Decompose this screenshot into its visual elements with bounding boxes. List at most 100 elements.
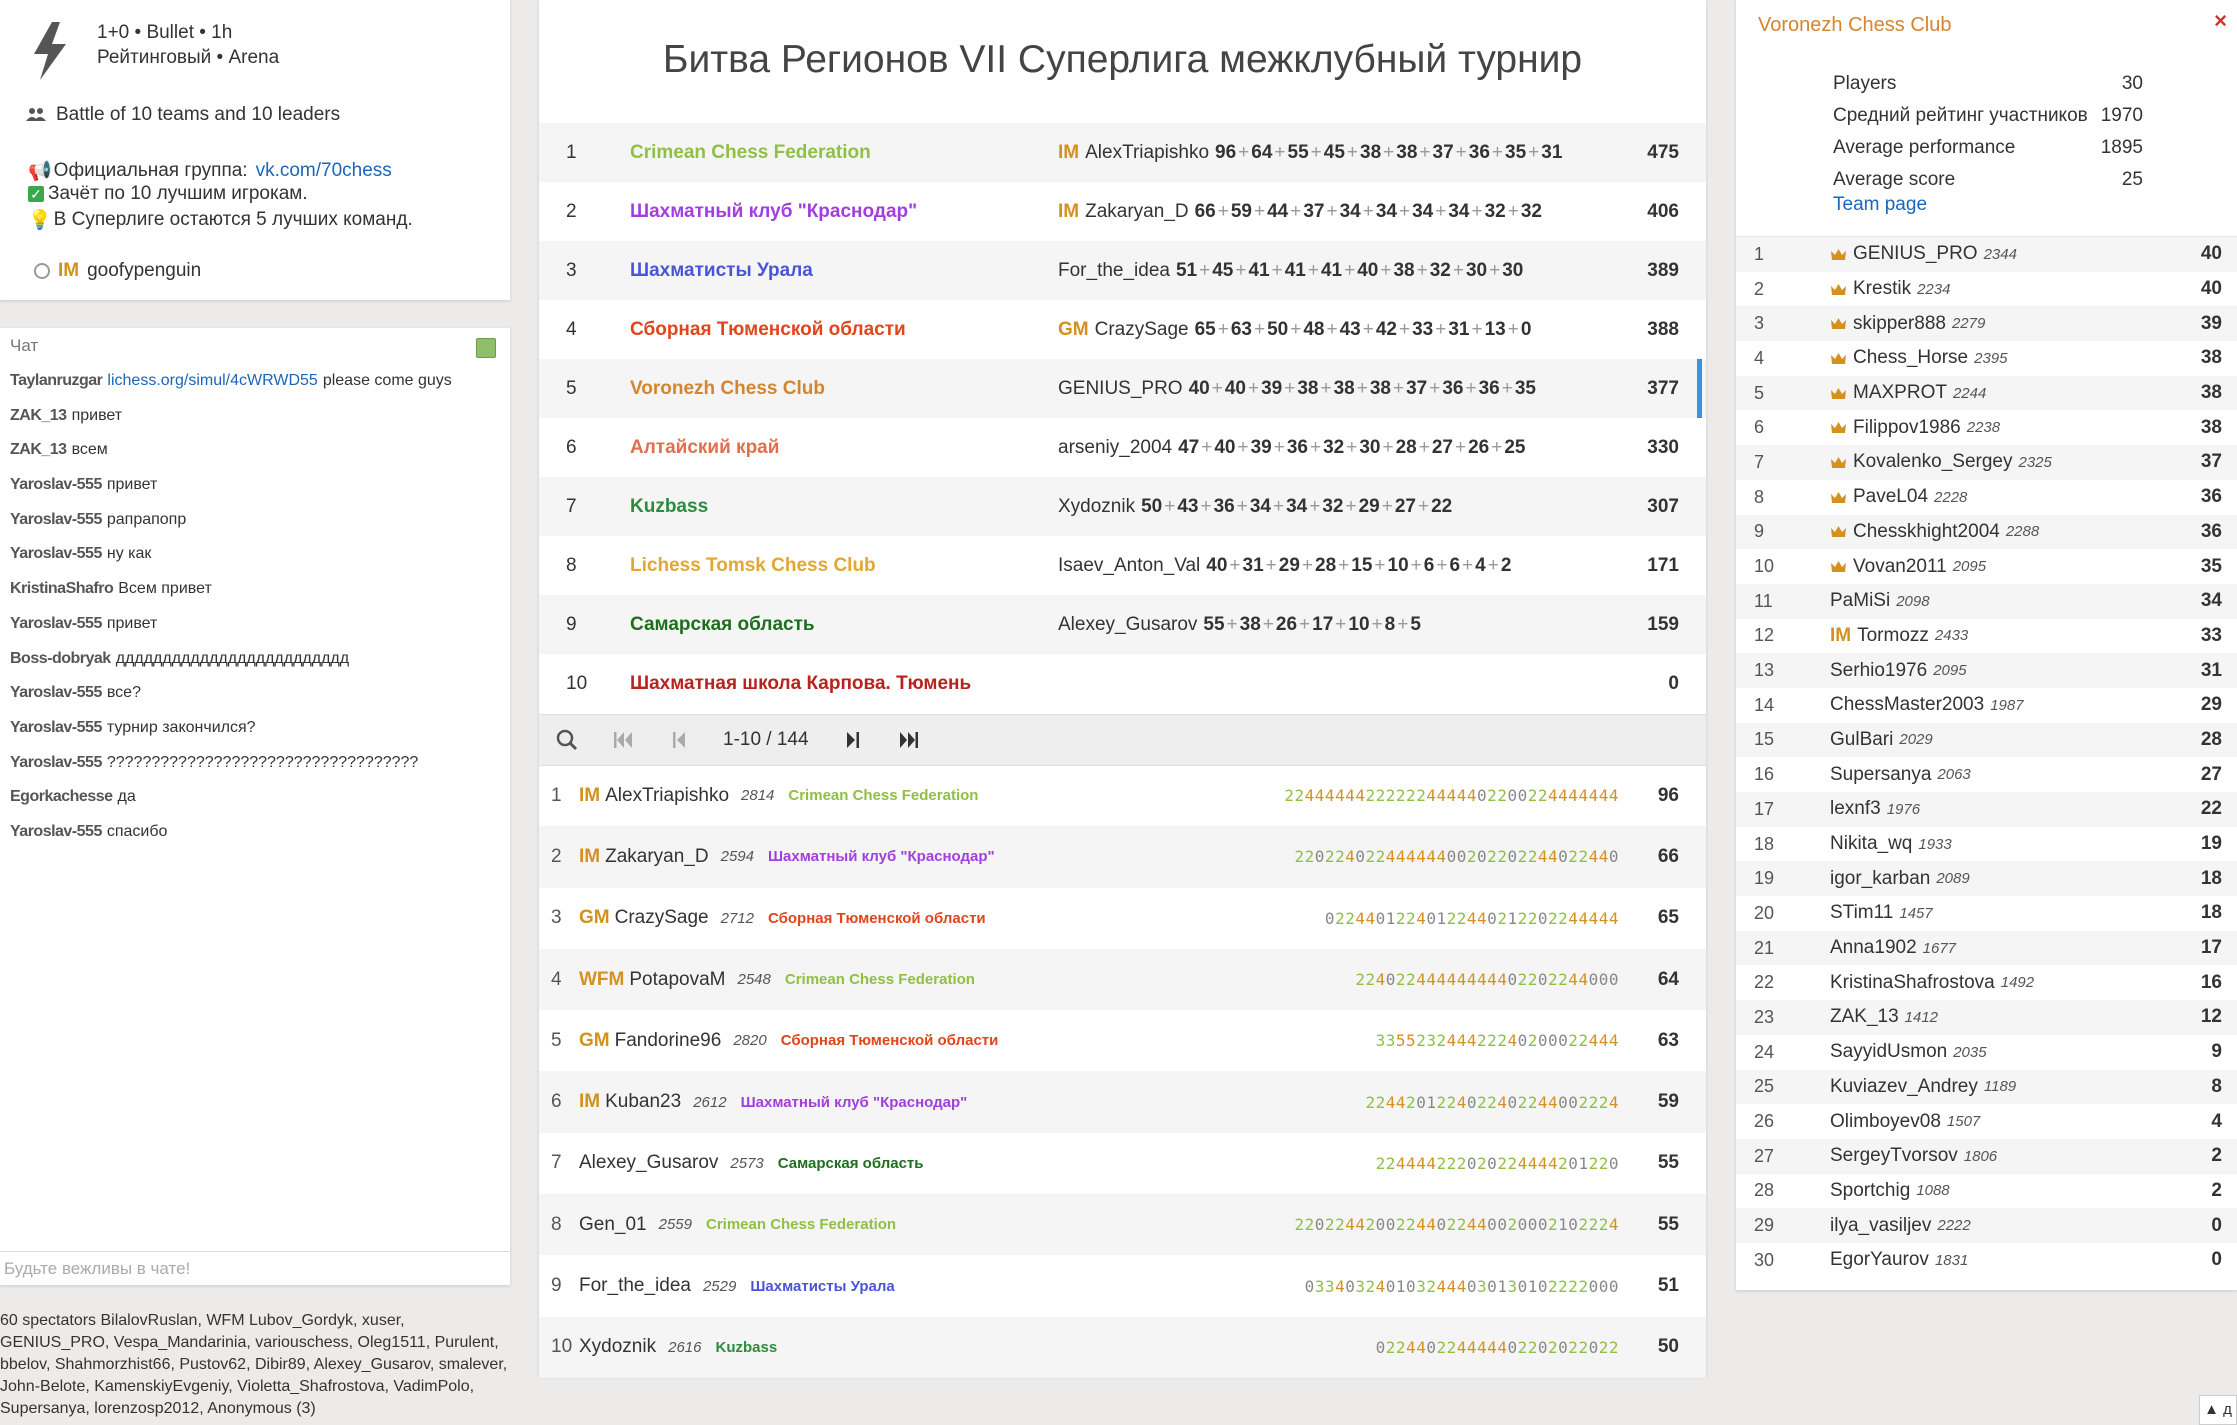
chat-username[interactable]: Egorkachesse xyxy=(10,788,113,805)
player-row[interactable]: 10 Xydoznik 2616 Kuzbass 0224402244444022020… xyxy=(539,1316,1706,1378)
leader-name[interactable]: Alexey_Gusarov xyxy=(1058,614,1197,635)
member-row[interactable]: 17 lexnf3 1976 22 xyxy=(1736,792,2237,827)
team-row[interactable]: 4 Сборная Тюменской области GM CrazySage 65 +… xyxy=(539,300,1706,359)
chat-username[interactable]: Yaroslav-555 xyxy=(10,719,102,736)
player-team[interactable]: Kuzbass xyxy=(715,1339,777,1356)
team-row[interactable]: 7 Kuzbass Xydoznik 50 +43 +36 +34 +34 +32 +29 +27 +… xyxy=(539,477,1706,536)
team-name[interactable]: Lichess Tomsk Chess Club xyxy=(630,555,1058,577)
chat-username[interactable]: Yaroslav-555 xyxy=(10,684,102,701)
member-row[interactable]: 30 EgorYaurov 1831 0 xyxy=(1736,1243,2237,1278)
leader-name[interactable]: AlexTriapishko xyxy=(1085,142,1209,163)
member-row[interactable]: 22 KristinaShafrostova 1492 16 xyxy=(1736,965,2237,1000)
player-name-cell[interactable]: IM AlexTriapishko xyxy=(579,785,729,807)
player-name-cell[interactable]: Alexey_Gusarov xyxy=(579,1152,718,1174)
close-icon[interactable]: × xyxy=(2214,8,2227,34)
player-row[interactable]: 1 IM AlexTriapishko 2814 Crimean Chess Feder… xyxy=(539,765,1706,826)
team-name[interactable]: Алтайский край xyxy=(630,437,1058,459)
player-team[interactable]: Шахматный клуб "Краснодар" xyxy=(741,1094,968,1111)
team-row[interactable]: 10 Шахматная школа Карпова. Тюмень 0 xyxy=(539,654,1706,713)
member-row[interactable]: 1 GENIUS_PRO 2344 40 xyxy=(1736,237,2237,272)
member-row[interactable]: 14 ChessMaster2003 1987 29 xyxy=(1736,688,2237,723)
member-row[interactable]: 25 Kuviazev_Andrey 1189 8 xyxy=(1736,1069,2237,1105)
player-row[interactable]: 2 IM Zakaryan_D 2594 Шахматный клуб "Краснод… xyxy=(539,826,1706,888)
leader-name[interactable]: Zakaryan_D xyxy=(1085,201,1189,222)
member-row[interactable]: 12 IM Tormozz 2433 33 xyxy=(1736,619,2237,654)
player-team[interactable]: Самарская область xyxy=(778,1155,924,1172)
member-row[interactable]: 24 SayyidUsmon 2035 9 xyxy=(1736,1035,2237,1070)
team-name[interactable]: Crimean Chess Federation xyxy=(630,142,1058,164)
player-team[interactable]: Шахматисты Урала xyxy=(750,1278,894,1295)
prev-page-button[interactable] xyxy=(651,715,707,765)
team-name[interactable]: Шахматная школа Карпова. Тюмень xyxy=(630,673,1058,695)
team-name[interactable]: Шахматный клуб "Краснодар" xyxy=(630,201,1058,223)
player-name-cell[interactable]: WFM PotapovaM xyxy=(579,969,726,991)
team-row[interactable]: 5 Voronezh Chess Club GENIUS_PRO 40 +40 +39 +3… xyxy=(539,359,1706,418)
member-row[interactable]: 3 skipper888 2279 39 xyxy=(1736,306,2237,342)
player-row[interactable]: 3 GM CrazySage 2712 Сборная Тюменской област… xyxy=(539,888,1706,949)
player-name-cell[interactable]: IM Kuban23 xyxy=(579,1091,681,1113)
member-row[interactable]: 7 Kovalenko_Sergey 2325 37 xyxy=(1736,445,2237,480)
player-row[interactable]: 5 GM Fandorine96 2820 Сборная Тюменской обла… xyxy=(539,1010,1706,1071)
team-name[interactable]: Шахматисты Урала xyxy=(630,260,1058,282)
team-name[interactable]: Voronezh Chess Club xyxy=(630,378,1058,400)
player-name-cell[interactable]: Xydoznik xyxy=(579,1336,656,1358)
team-row[interactable]: 1 Crimean Chess Federation IM AlexTriapishk… xyxy=(539,123,1706,182)
leader-name[interactable]: For_the_idea xyxy=(1058,260,1170,281)
leader-name[interactable]: Isaev_Anton_Val xyxy=(1058,555,1200,576)
chat-username[interactable]: KristinaShafro xyxy=(10,580,114,597)
player-team[interactable]: Сборная Тюменской области xyxy=(781,1032,999,1049)
scroll-top-button[interactable]: ▲ д xyxy=(2199,1395,2237,1425)
player-team[interactable]: Crimean Chess Federation xyxy=(785,971,975,988)
member-row[interactable]: 23 ZAK_13 1412 12 xyxy=(1736,1000,2237,1035)
tournament-creator[interactable]: IM goofypenguin xyxy=(34,260,201,282)
member-row[interactable]: 28 Sportchig 1088 2 xyxy=(1736,1174,2237,1209)
member-row[interactable]: 27 SergeyTvorsov 1806 2 xyxy=(1736,1138,2237,1174)
player-row[interactable]: 7 Alexey_Gusarov 2573 Самарская область 2244… xyxy=(539,1133,1706,1194)
player-row[interactable]: 8 Gen_01 2559 Crimean Chess Federation 22022… xyxy=(539,1194,1706,1256)
team-row[interactable]: 6 Алтайский край arseniy_2004 47 +40 +39 +36 +3… xyxy=(539,418,1706,477)
team-row[interactable]: 9 Самарская область Alexey_Gusarov 55 +38 +26… xyxy=(539,595,1706,654)
last-page-button[interactable] xyxy=(881,715,937,765)
first-page-button[interactable] xyxy=(595,715,651,765)
player-row[interactable]: 6 IM Kuban23 2612 Шахматный клуб "Краснодар"… xyxy=(539,1071,1706,1133)
member-row[interactable]: 8 PaveL04 2228 36 xyxy=(1736,480,2237,515)
player-row[interactable]: 4 WFM PotapovaM 2548 Crimean Chess Federatio… xyxy=(539,948,1706,1011)
official-group-link[interactable]: vk.com/70chess xyxy=(256,160,392,182)
leader-name[interactable]: GENIUS_PRO xyxy=(1058,378,1183,399)
player-team[interactable]: Crimean Chess Federation xyxy=(788,787,978,804)
member-row[interactable]: 16 Supersanya 2063 27 xyxy=(1736,757,2237,792)
member-row[interactable]: 10 Vovan2011 2095 35 xyxy=(1736,549,2237,584)
chat-username[interactable]: ZAK_13 xyxy=(10,407,67,424)
team-name[interactable]: Сборная Тюменской области xyxy=(630,319,1058,341)
member-row[interactable]: 6 Filippov1986 2238 38 xyxy=(1736,410,2237,445)
chat-input[interactable]: Будьте вежливы в чате! xyxy=(0,1251,510,1285)
member-row[interactable]: 19 igor_karban 2089 18 xyxy=(1736,861,2237,897)
player-team[interactable]: Crimean Chess Federation xyxy=(706,1216,896,1233)
chat-username[interactable]: Yaroslav-555 xyxy=(10,476,102,493)
search-button[interactable] xyxy=(539,715,595,765)
member-row[interactable]: 15 GulBari 2029 28 xyxy=(1736,722,2237,758)
player-row[interactable]: 9 For_the_idea 2529 Шахматисты Урала 0334032… xyxy=(539,1255,1706,1316)
chat-username[interactable]: ZAK_13 xyxy=(10,441,67,458)
leader-name[interactable]: CrazySage xyxy=(1095,319,1189,340)
player-team[interactable]: Сборная Тюменской области xyxy=(768,910,986,927)
leader-name[interactable]: arseniy_2004 xyxy=(1058,437,1172,458)
team-name[interactable]: Kuzbass xyxy=(630,496,1058,518)
chat-username[interactable]: Taylanruzgar xyxy=(10,372,103,389)
chat-username[interactable]: Yaroslav-555 xyxy=(10,823,102,840)
member-row[interactable]: 29 ilya_vasiljev 2222 0 xyxy=(1736,1208,2237,1243)
team-row[interactable]: 2 Шахматный клуб "Краснодар" IM Zakaryan_D 6… xyxy=(539,182,1706,241)
chat-username[interactable]: Yaroslav-555 xyxy=(10,615,102,632)
player-name-cell[interactable]: For_the_idea xyxy=(579,1275,691,1297)
member-row[interactable]: 18 Nikita_wq 1933 19 xyxy=(1736,827,2237,862)
team-page-link[interactable]: Team page xyxy=(1833,194,1927,216)
player-team[interactable]: Шахматный клуб "Краснодар" xyxy=(768,848,995,865)
member-row[interactable]: 11 PaMiSi 2098 34 xyxy=(1736,583,2237,619)
member-row[interactable]: 9 Chesskhight2004 2288 36 xyxy=(1736,514,2237,550)
player-name-cell[interactable]: Gen_01 xyxy=(579,1214,647,1236)
chat-username[interactable]: Yaroslav-555 xyxy=(10,511,102,528)
team-row[interactable]: 8 Lichess Tomsk Chess Club Isaev_Anton_Val… xyxy=(539,536,1706,595)
chat-username[interactable]: Boss-dobryak xyxy=(10,650,111,667)
member-row[interactable]: 4 Chess_Horse 2395 38 xyxy=(1736,341,2237,376)
player-name-cell[interactable]: IM Zakaryan_D xyxy=(579,846,709,868)
